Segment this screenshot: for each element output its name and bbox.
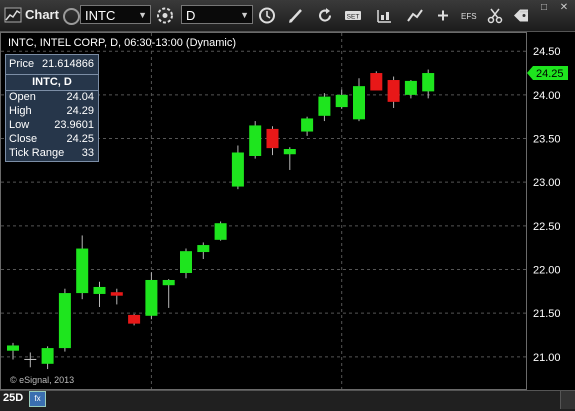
price-label: Price <box>9 58 35 70</box>
candle-body <box>231 152 244 187</box>
open-value: 24.04 <box>66 91 94 103</box>
candle-body <box>422 73 435 92</box>
y-tick-label: 23.50 <box>533 134 561 146</box>
low-row: Low 23.9601 <box>9 118 94 132</box>
scroll-right-button[interactable] <box>560 391 575 409</box>
cursor-info-window: Price 21.614866 INTC, D Open 24.04 High … <box>5 54 99 162</box>
candle-body <box>145 279 158 316</box>
tick-range-row: Tick Range 33 <box>9 146 94 160</box>
low-value: 23.9601 <box>54 119 94 131</box>
price-row: Price 21.614866 <box>9 57 94 71</box>
y-tick-label: 23.00 <box>533 177 561 189</box>
candle-body <box>197 245 210 253</box>
candle-body <box>76 248 89 294</box>
open-label: Open <box>9 91 36 103</box>
y-tick-label: 24.50 <box>533 46 561 58</box>
info-symbol-header: INTC, D <box>6 74 98 91</box>
candle-body <box>7 345 19 351</box>
candle-body <box>180 251 192 273</box>
tick-range-label: Tick Range <box>9 147 65 159</box>
last-price-label: 24.25 <box>536 68 564 80</box>
candle-body <box>283 149 296 155</box>
open-row: Open 24.04 <box>9 90 94 104</box>
candle-body <box>353 86 365 120</box>
candle-body <box>93 286 106 294</box>
tick-range-value: 33 <box>81 147 94 159</box>
candle-body <box>162 279 175 286</box>
candle-body <box>318 96 331 116</box>
candle-body <box>370 73 383 91</box>
candle-body <box>110 292 123 296</box>
price-value: 21.614866 <box>42 58 94 70</box>
y-tick-label: 22.00 <box>533 265 561 277</box>
close-row: Close 24.25 <box>9 132 94 146</box>
bottom-bar <box>0 390 575 411</box>
candle-body <box>404 80 417 95</box>
bar-count-label[interactable]: 25D <box>3 392 23 404</box>
close-label: Close <box>9 133 38 145</box>
y-tick-label: 24.00 <box>533 90 561 102</box>
high-label: High <box>9 105 32 117</box>
candle-body <box>249 125 262 156</box>
candle-body <box>128 314 141 324</box>
bar-settings-icon[interactable]: fx <box>29 391 46 407</box>
candle-body <box>387 80 400 102</box>
y-tick-label: 22.50 <box>533 221 561 233</box>
close-value: 24.25 <box>66 133 94 145</box>
esignal-watermark: © eSignal, 2013 <box>10 375 75 385</box>
candle-body <box>41 348 54 364</box>
high-row: High 24.29 <box>9 104 94 118</box>
y-tick-label: 21.00 <box>533 352 561 364</box>
low-label: Low <box>9 119 30 131</box>
candle-body <box>266 128 279 149</box>
high-value: 24.29 <box>66 105 94 117</box>
chart-title: INTC, INTEL CORP, D, 06:30-13:00 (Dynami… <box>8 37 237 49</box>
candle-body <box>214 223 227 240</box>
candle-body <box>58 293 71 349</box>
y-tick-label: 21.50 <box>533 308 561 320</box>
candle-body <box>335 94 348 108</box>
candle-body <box>301 118 314 132</box>
